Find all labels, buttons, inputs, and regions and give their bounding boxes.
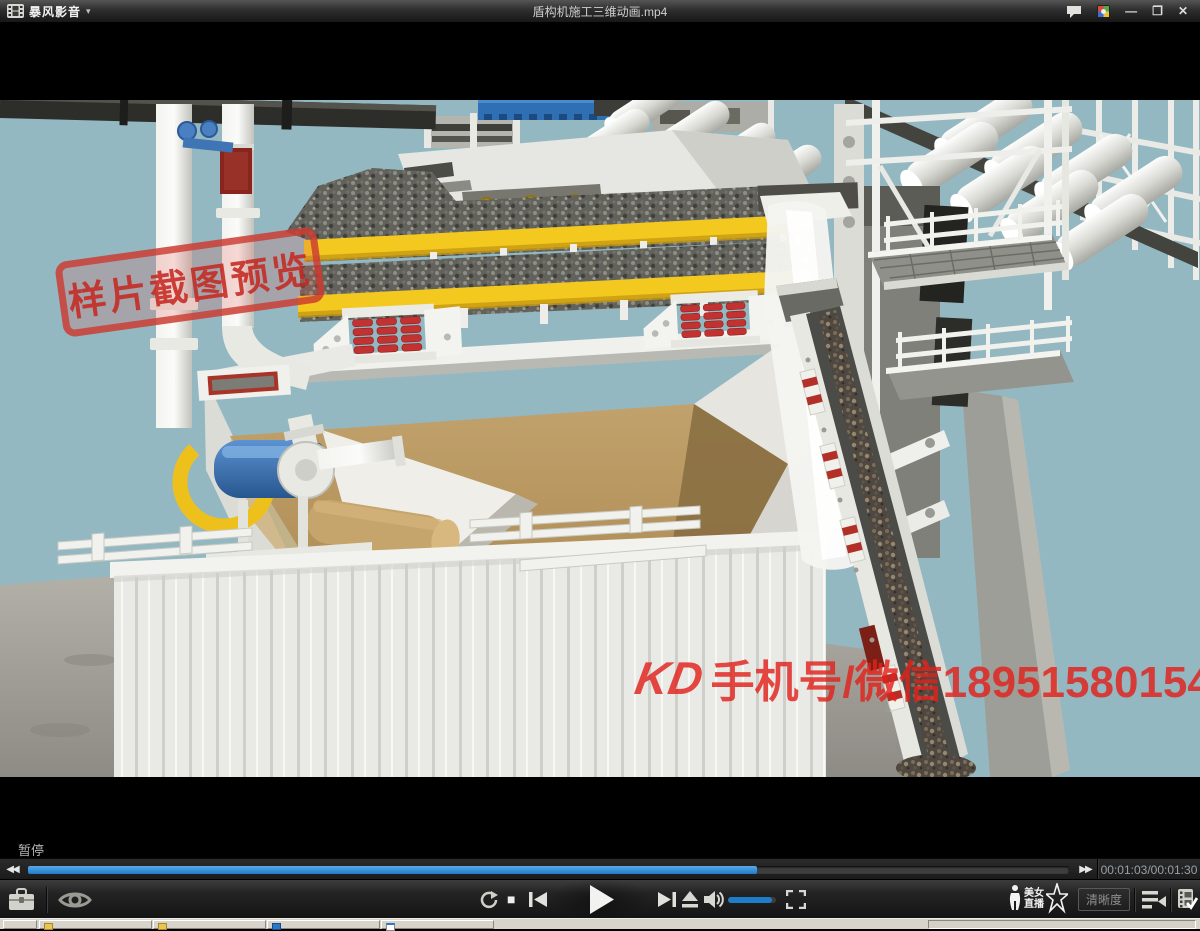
app-menu[interactable]: 暴风影音 ▾ <box>0 3 91 20</box>
fast-forward-button[interactable]: ▶▶ <box>1073 864 1097 875</box>
divider <box>1134 888 1135 912</box>
window-title: 盾构机施工三维动画.mp4 <box>0 3 1200 20</box>
eject-button[interactable] <box>682 891 698 908</box>
machine-right-side <box>834 104 972 558</box>
play-button[interactable] <box>589 885 614 914</box>
message-icon[interactable] <box>1066 5 1082 18</box>
volume-icon[interactable] <box>704 891 724 908</box>
app-name: 暴风影音 <box>29 3 81 20</box>
star-icon <box>1046 883 1068 915</box>
vibration-rail <box>286 326 804 384</box>
hydrocyclone-bank-left <box>566 73 827 242</box>
progress-row: ◀◀ ▶▶ 00:01:03/00:01:30 <box>0 858 1200 880</box>
scaffold-far-right <box>1080 100 1200 280</box>
window-icon <box>386 923 395 931</box>
chevron-down-icon: ▾ <box>86 6 91 17</box>
quality-button[interactable]: 清晰度 <box>1078 888 1130 911</box>
kd-logo: KD <box>631 651 707 705</box>
film-icon <box>7 4 24 18</box>
slurry-curtain <box>758 182 864 570</box>
progress-fill <box>28 866 757 874</box>
screen-deck-lower <box>298 240 810 328</box>
folder-icon <box>44 923 53 930</box>
folder-icon <box>158 923 167 930</box>
fullscreen-button[interactable] <box>786 890 806 909</box>
media-list-check-icon[interactable] <box>1178 889 1198 910</box>
contact-watermark: KD 手机号/微信18951580154 <box>636 646 1200 710</box>
divider <box>1170 888 1171 912</box>
restore-button[interactable]: ❐ <box>1152 5 1163 17</box>
close-button[interactable]: ✕ <box>1178 5 1188 17</box>
scaffold-tower <box>846 100 1074 420</box>
skin-palette-icon[interactable] <box>1097 5 1110 18</box>
app-icon <box>272 923 281 930</box>
playlist-icon[interactable] <box>1142 891 1166 909</box>
spring-mount-right <box>642 289 785 349</box>
time-display: 00:01:03/00:01:30 <box>1097 859 1200 880</box>
volume-fill <box>728 897 772 903</box>
video-viewport: 样片截图预览 KD 手机号/微信18951580154 <box>0 22 1200 880</box>
divider <box>46 887 47 913</box>
control-bar: ■ 美女 直播 清晰度 <box>0 879 1200 919</box>
progress-track[interactable] <box>28 866 1069 874</box>
concrete-wall <box>962 390 1070 777</box>
top-structures <box>424 98 774 148</box>
volume-slider[interactable] <box>728 897 776 903</box>
rewind-button[interactable]: ◀◀ <box>0 864 24 875</box>
screen-deck-upper <box>304 184 814 268</box>
live-badge-text: 美女 直播 <box>1024 888 1044 910</box>
hydrocyclone-bank-right <box>845 83 1198 275</box>
eye-preview-icon[interactable] <box>58 890 92 910</box>
playback-state-label: 暂停 <box>18 840 44 859</box>
os-taskbar <box>0 918 1200 929</box>
contact-text: 手机号/微信18951580154 <box>710 646 1200 710</box>
spring-mount-left <box>312 302 463 366</box>
person-icon <box>1008 884 1022 914</box>
stamp-text: 样片截图预览 <box>64 238 315 327</box>
sample-stamp-watermark: 样片截图预览 <box>54 226 326 338</box>
next-button[interactable] <box>658 892 676 907</box>
video-frame-3d-scene <box>0 22 1200 880</box>
upper-screen-body <box>286 130 820 248</box>
window-controls: — ❐ ✕ <box>1066 5 1200 18</box>
live-streaming-badge[interactable]: 美女 直播 <box>1008 883 1068 915</box>
title-bar: 暴风影音 ▾ 盾构机施工三维动画.mp4 — ❐ ✕ <box>0 0 1200 23</box>
stop-button[interactable]: ■ <box>507 892 515 906</box>
sand-hopper <box>204 336 862 660</box>
container-tanks <box>58 506 830 777</box>
loop-mode-icon[interactable] <box>480 891 498 909</box>
previous-button[interactable] <box>529 892 547 907</box>
minimize-button[interactable]: — <box>1125 5 1137 17</box>
toolbox-icon[interactable] <box>8 888 35 911</box>
